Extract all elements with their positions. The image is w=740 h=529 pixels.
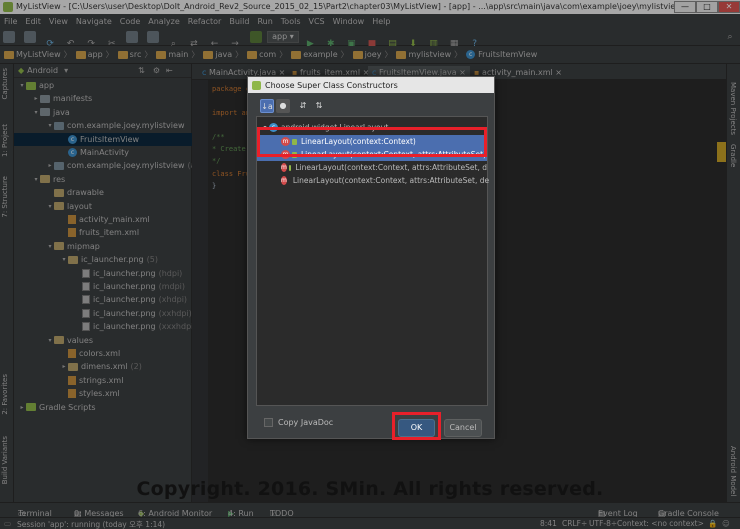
public-icon [288, 164, 292, 171]
android-studio-icon [252, 80, 261, 90]
constructor-label: LinearLayout(context:Context, attrs:Attr… [295, 163, 487, 172]
copy-javadoc-label: Copy JavaDoc [278, 418, 334, 427]
sort-alpha-icon[interactable]: ↓a [260, 99, 274, 113]
method-icon: m [281, 176, 287, 185]
constructor-list: ▾ c android.widget.LinearLayout m Linear… [256, 116, 490, 406]
cancel-button[interactable]: Cancel [444, 419, 482, 437]
show-classes-icon[interactable]: ● [276, 99, 290, 113]
expand-all-icon[interactable]: ⇵ [296, 99, 310, 113]
dialog-toolbar: ↓a ● ⇵ ⇅ [256, 98, 488, 114]
constructor-label: LinearLayout(context:Context, attrs:Attr… [292, 176, 490, 185]
dialog-title: Choose Super Class Constructors [265, 80, 398, 90]
dialog-title-bar: Choose Super Class Constructors [248, 77, 494, 93]
collapse-all-icon[interactable]: ⇅ [312, 99, 326, 113]
highlight-box-constructors [257, 127, 487, 157]
checkbox-box[interactable] [264, 418, 273, 427]
constructor-item[interactable]: m LinearLayout(context:Context, attrs:At… [257, 174, 490, 187]
highlight-box-ok [392, 412, 441, 440]
constructor-item[interactable]: m LinearLayout(context:Context, attrs:At… [257, 161, 487, 174]
copy-javadoc-checkbox[interactable]: Copy JavaDoc [264, 418, 333, 427]
copyright-watermark: Copyright. 2016. SMin. All rights reserv… [136, 478, 604, 500]
method-icon: m [281, 163, 287, 172]
